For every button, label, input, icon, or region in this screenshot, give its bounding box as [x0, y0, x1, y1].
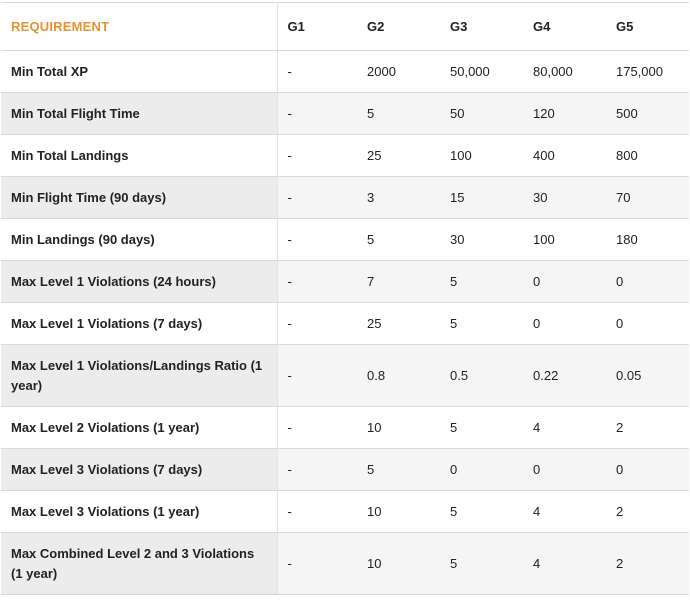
requirement-label: Min Landings (90 days): [1, 218, 278, 261]
requirement-label: Max Level 1 Violations (24 hours): [1, 260, 278, 303]
g5-value: 70: [606, 176, 689, 219]
g3-value: 5: [440, 490, 523, 533]
g1-value: -: [277, 302, 357, 345]
requirement-label: Min Total XP: [1, 50, 278, 93]
g1-value: -: [277, 134, 357, 177]
g5-value: 2: [606, 490, 689, 533]
table-row: Max Level 1 Violations (7 days) - 25 5 0…: [1, 302, 689, 345]
g2-value: 25: [357, 134, 440, 177]
g4-value: 0: [523, 448, 606, 491]
g1-value: -: [277, 532, 357, 595]
g4-value: 120: [523, 92, 606, 135]
g1-value: -: [277, 92, 357, 135]
table-header-row: REQUIREMENT G1 G2 G3 G4 G5: [1, 2, 689, 51]
table-row: Min Total Landings - 25 100 400 800: [1, 134, 689, 177]
requirement-label: Min Total Flight Time: [1, 92, 278, 135]
g2-value: 0.8: [357, 344, 440, 407]
g5-value: 2: [606, 532, 689, 595]
g1-value: -: [277, 176, 357, 219]
g1-value: -: [277, 218, 357, 261]
g2-value: 2000: [357, 50, 440, 93]
header-g2: G2: [357, 2, 440, 51]
requirement-label: Max Combined Level 2 and 3 Violations (1…: [1, 532, 278, 595]
table-row: Min Landings (90 days) - 5 30 100 180: [1, 218, 689, 261]
header-g1: G1: [277, 2, 357, 51]
g3-value: 0: [440, 448, 523, 491]
g2-value: 25: [357, 302, 440, 345]
g4-value: 0: [523, 302, 606, 345]
g3-value: 50: [440, 92, 523, 135]
g1-value: -: [277, 50, 357, 93]
g3-value: 0.5: [440, 344, 523, 407]
g4-value: 4: [523, 490, 606, 533]
header-g5: G5: [606, 2, 689, 51]
g5-value: 180: [606, 218, 689, 261]
g2-value: 7: [357, 260, 440, 303]
g2-value: 5: [357, 218, 440, 261]
g4-value: 80,000: [523, 50, 606, 93]
g3-value: 5: [440, 406, 523, 449]
g1-value: -: [277, 344, 357, 407]
table-row: Max Level 2 Violations (1 year) - 10 5 4…: [1, 406, 689, 449]
g2-value: 10: [357, 406, 440, 449]
g3-value: 5: [440, 532, 523, 595]
g3-value: 30: [440, 218, 523, 261]
g3-value: 50,000: [440, 50, 523, 93]
header-g4: G4: [523, 2, 606, 51]
requirement-label: Max Level 1 Violations (7 days): [1, 302, 278, 345]
g5-value: 0: [606, 260, 689, 303]
g5-value: 2: [606, 406, 689, 449]
g3-value: 100: [440, 134, 523, 177]
requirement-label: Max Level 1 Violations/Landings Ratio (1…: [1, 344, 278, 407]
g4-value: 4: [523, 532, 606, 595]
requirement-label: Max Level 3 Violations (7 days): [1, 448, 278, 491]
requirement-label: Min Total Landings: [1, 134, 278, 177]
g2-value: 10: [357, 490, 440, 533]
g3-value: 5: [440, 260, 523, 303]
g3-value: 5: [440, 302, 523, 345]
table-row: Min Total XP - 2000 50,000 80,000 175,00…: [1, 50, 689, 93]
g2-value: 5: [357, 448, 440, 491]
grade-requirements-table: REQUIREMENT G1 G2 G3 G4 G5 Min Total XP …: [1, 2, 689, 595]
table-row: Max Level 3 Violations (7 days) - 5 0 0 …: [1, 448, 689, 491]
g1-value: -: [277, 490, 357, 533]
g5-value: 175,000: [606, 50, 689, 93]
g2-value: 5: [357, 92, 440, 135]
g4-value: 100: [523, 218, 606, 261]
requirement-label: Max Level 2 Violations (1 year): [1, 406, 278, 449]
requirements-table-container: REQUIREMENT G1 G2 G3 G4 G5 Min Total XP …: [1, 2, 689, 595]
g2-value: 3: [357, 176, 440, 219]
g5-value: 500: [606, 92, 689, 135]
g1-value: -: [277, 260, 357, 303]
table-row: Max Level 1 Violations/Landings Ratio (1…: [1, 344, 689, 407]
table-row: Max Level 3 Violations (1 year) - 10 5 4…: [1, 490, 689, 533]
header-g3: G3: [440, 2, 523, 51]
header-requirement: REQUIREMENT: [1, 2, 278, 51]
g5-value: 0.05: [606, 344, 689, 407]
table-row: Max Combined Level 2 and 3 Violations (1…: [1, 532, 689, 595]
requirement-label: Min Flight Time (90 days): [1, 176, 278, 219]
g2-value: 10: [357, 532, 440, 595]
g4-value: 400: [523, 134, 606, 177]
g4-value: 30: [523, 176, 606, 219]
table-row: Max Level 1 Violations (24 hours) - 7 5 …: [1, 260, 689, 303]
g5-value: 800: [606, 134, 689, 177]
table-row: Min Flight Time (90 days) - 3 15 30 70: [1, 176, 689, 219]
g4-value: 4: [523, 406, 606, 449]
requirement-label: Max Level 3 Violations (1 year): [1, 490, 278, 533]
g3-value: 15: [440, 176, 523, 219]
g1-value: -: [277, 448, 357, 491]
g4-value: 0.22: [523, 344, 606, 407]
g1-value: -: [277, 406, 357, 449]
table-row: Min Total Flight Time - 5 50 120 500: [1, 92, 689, 135]
g4-value: 0: [523, 260, 606, 303]
g5-value: 0: [606, 448, 689, 491]
g5-value: 0: [606, 302, 689, 345]
